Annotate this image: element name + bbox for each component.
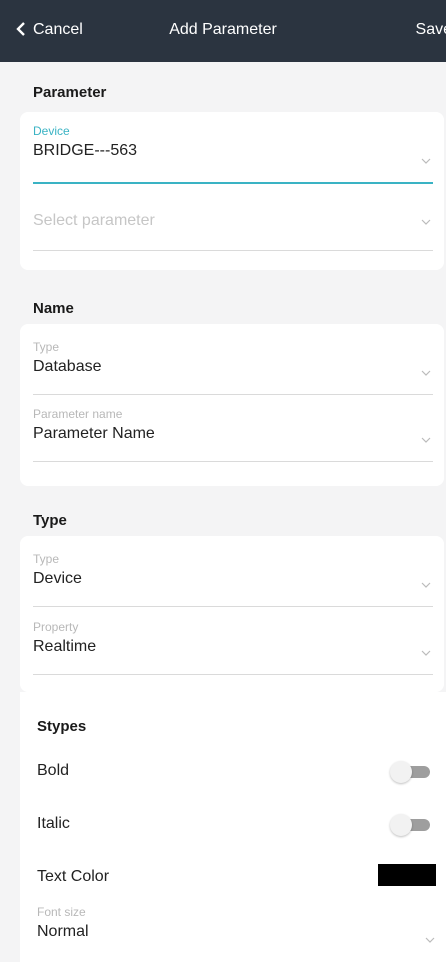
italic-toggle[interactable] xyxy=(390,814,430,836)
chevron-down-icon xyxy=(421,650,431,656)
chevron-down-icon xyxy=(421,582,431,588)
parameter-name-label: Parameter name xyxy=(33,407,123,421)
chevron-down-icon xyxy=(421,370,431,376)
name-type-select[interactable]: Type Database xyxy=(33,340,433,396)
chevron-down-icon xyxy=(421,437,431,443)
parameter-name-value: Parameter Name xyxy=(33,425,155,442)
property-value: Realtime xyxy=(33,638,97,655)
property-select[interactable]: Property Realtime xyxy=(33,620,433,676)
type-label: Type xyxy=(33,552,60,566)
parameter-card: Device BRIDGE---563 Select parameter xyxy=(20,112,444,270)
name-type-underline xyxy=(33,394,433,395)
type-underline xyxy=(33,606,433,607)
text-color-swatch[interactable] xyxy=(378,864,436,886)
parameter-name-underline xyxy=(33,461,433,462)
type-value: Device xyxy=(33,570,82,587)
name-type-value: Database xyxy=(33,358,102,375)
bold-toggle-thumb xyxy=(390,761,412,783)
bold-label: Bold xyxy=(37,762,70,779)
top-bar: Cancel Add Parameter Save xyxy=(0,0,446,62)
chevron-down-icon xyxy=(425,937,435,943)
type-section-title: Type xyxy=(33,512,67,529)
save-button[interactable]: Save xyxy=(416,21,446,39)
property-label: Property xyxy=(33,620,79,634)
text-color-label: Text Color xyxy=(37,868,110,885)
chevron-down-icon xyxy=(421,158,431,164)
type-select[interactable]: Type Device xyxy=(33,552,433,608)
page-title: Add Parameter xyxy=(169,21,277,38)
device-label: Device xyxy=(33,124,70,138)
styles-section-title: Stypes xyxy=(37,718,87,735)
device-value: BRIDGE---563 xyxy=(33,142,138,159)
parameter-underline xyxy=(33,250,433,251)
font-size-label: Font size xyxy=(37,905,86,919)
parameter-select[interactable]: Select parameter xyxy=(33,202,433,252)
device-underline xyxy=(33,182,433,184)
property-underline xyxy=(33,674,433,675)
font-size-select[interactable]: Font size Normal xyxy=(37,905,437,961)
name-type-label: Type xyxy=(33,340,60,354)
italic-label: Italic xyxy=(37,815,70,832)
chevron-down-icon xyxy=(421,219,431,225)
parameter-name-select[interactable]: Parameter name Parameter Name xyxy=(33,407,433,463)
parameter-section-title: Parameter xyxy=(33,84,107,101)
styles-panel: Stypes Bold Italic Text Color Font size … xyxy=(20,692,446,962)
device-field[interactable]: Device BRIDGE---563 xyxy=(33,124,433,186)
type-card: Type Device Property Realtime xyxy=(20,536,444,692)
name-card: Type Database Parameter name Parameter N… xyxy=(20,324,444,486)
name-section-title: Name xyxy=(33,300,74,317)
italic-toggle-thumb xyxy=(390,814,412,836)
parameter-placeholder: Select parameter xyxy=(33,212,155,229)
font-size-value: Normal xyxy=(37,923,89,940)
bold-toggle[interactable] xyxy=(390,761,430,783)
